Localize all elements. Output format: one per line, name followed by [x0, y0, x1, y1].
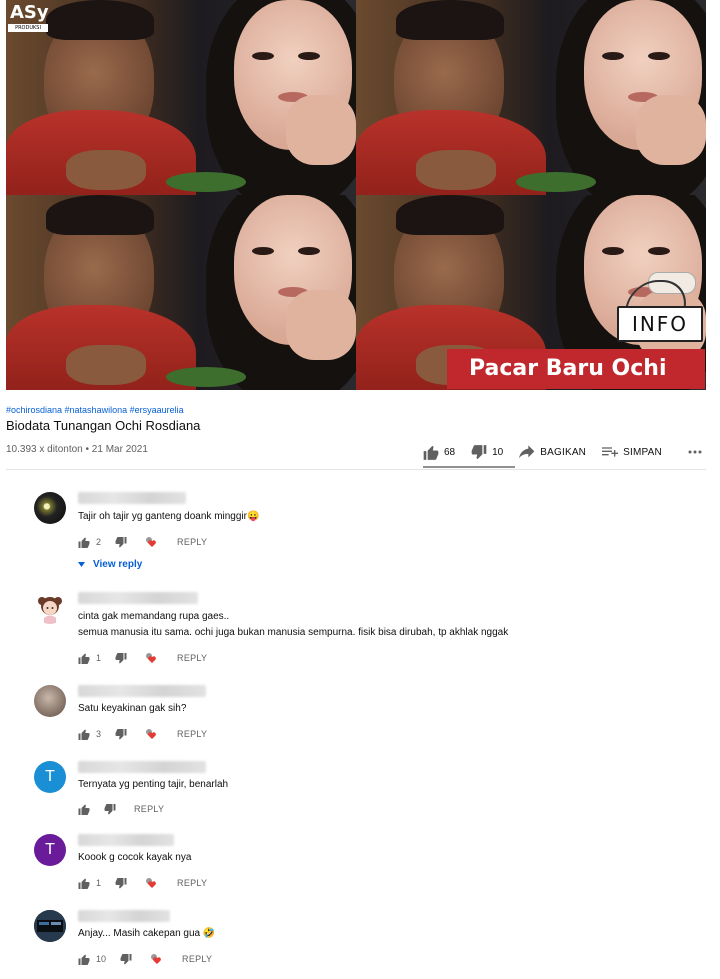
comment-like-count: 3: [96, 729, 102, 739]
comment-text: Koook g cocok kayak nya: [78, 852, 192, 863]
comment-like-count: 10: [96, 954, 107, 964]
view-count-date: 10.393 x ditonton • 21 Mar 2021: [6, 444, 148, 455]
screen-avatar: [34, 910, 66, 942]
avatar-letter: T: [45, 768, 55, 785]
avatar[interactable]: [34, 492, 66, 524]
avatar[interactable]: [34, 685, 66, 717]
creator-heart-icon: [150, 953, 164, 965]
video-actions: 68 10 BAGIKAN SIMPAN: [423, 440, 713, 464]
logo-text: ASy: [10, 2, 49, 23]
thumb-down-icon[interactable]: [104, 803, 116, 815]
like-count: 68: [444, 446, 456, 458]
comment-like-count: 1: [96, 653, 102, 663]
info-sign: INFO: [617, 306, 703, 342]
avatar[interactable]: T: [34, 834, 66, 866]
thumb-up-icon[interactable]: [78, 537, 90, 548]
thumb-down-icon[interactable]: [115, 877, 127, 889]
thumb-up-icon[interactable]: [78, 804, 90, 815]
comment-text: Anjay... Masih cakepan gua 🤣: [78, 928, 216, 939]
comment-text: Ternyata yg penting tajir, benarlah: [78, 779, 229, 790]
share-icon: [519, 445, 535, 459]
share-button[interactable]: BAGIKAN: [519, 445, 586, 459]
author-name-blurred[interactable]: [78, 910, 170, 922]
dislike-button[interactable]: 10: [471, 444, 504, 460]
more-horizontal-icon: [688, 450, 702, 454]
video-page: ASy PRODUKSI INFO Pacar Baru Ochi #ochir…: [0, 0, 720, 979]
video-frame-tile: [356, 0, 706, 195]
view-reply-label: View reply: [93, 559, 143, 570]
comment-like-count: 2: [96, 537, 102, 547]
more-actions-button[interactable]: [688, 450, 702, 454]
save-label: SIMPAN: [623, 446, 662, 458]
video-frame-tile: [6, 0, 356, 195]
comment-actions: 1 REPLY: [78, 875, 207, 891]
author-name-blurred[interactable]: [78, 592, 198, 604]
thumb-down-icon: [471, 444, 487, 460]
thumb-up-icon[interactable]: [78, 729, 90, 740]
cartoon-girl-avatar: [38, 597, 62, 624]
save-button[interactable]: SIMPAN: [602, 445, 662, 459]
video-frame-tile: [6, 195, 356, 390]
reply-button[interactable]: REPLY: [177, 878, 207, 888]
thumb-down-icon[interactable]: [115, 728, 127, 740]
video-player[interactable]: [6, 0, 706, 390]
comment-actions: 3 REPLY: [78, 726, 207, 742]
author-name-blurred[interactable]: [78, 492, 186, 504]
creator-heart-icon: [145, 728, 159, 740]
reply-button[interactable]: REPLY: [177, 653, 207, 663]
comment-text: Satu keyakinan gak sih?: [78, 703, 187, 714]
author-name-blurred[interactable]: [78, 761, 206, 773]
creator-heart-icon: [145, 536, 159, 548]
comment-text-line-1: cinta gak memandang rupa gaes..: [78, 611, 230, 622]
video-title: Biodata Tunangan Ochi Rosdiana: [6, 418, 201, 433]
reply-button[interactable]: REPLY: [177, 537, 207, 547]
avatar[interactable]: T: [34, 761, 66, 793]
reply-button[interactable]: REPLY: [177, 729, 207, 739]
avatar[interactable]: [34, 592, 66, 624]
avatar-letter: T: [45, 841, 55, 858]
comment-actions: 2 REPLY: [78, 534, 207, 550]
thumb-down-icon[interactable]: [115, 536, 127, 548]
comment-actions: 10 REPLY: [78, 951, 212, 967]
channel-logo: ASy PRODUKSI: [8, 2, 49, 34]
comment-text: Tajir oh tajir yg ganteng doank minggir😛: [78, 511, 260, 522]
thumb-down-icon[interactable]: [120, 953, 132, 965]
reply-button[interactable]: REPLY: [182, 954, 212, 964]
view-reply-button[interactable]: View reply: [78, 559, 142, 570]
playlist-add-icon: [602, 445, 619, 459]
avatar[interactable]: [34, 910, 66, 942]
author-name-blurred[interactable]: [78, 685, 206, 697]
hashtags[interactable]: #ochirosdiana #natashawilona #ersyaaurel…: [6, 405, 184, 415]
share-label: BAGIKAN: [540, 446, 587, 458]
like-button[interactable]: 68: [423, 445, 455, 460]
thumb-up-icon[interactable]: [78, 878, 90, 889]
comment-actions: REPLY: [78, 801, 164, 817]
comment-like-count: 1: [96, 878, 102, 888]
thumb-down-icon[interactable]: [115, 652, 127, 664]
comment-actions: 1 REPLY: [78, 650, 207, 666]
caret-down-icon: [78, 562, 85, 567]
creator-heart-icon: [145, 877, 159, 889]
video-banner: Pacar Baru Ochi: [447, 349, 705, 389]
divider: [6, 469, 706, 470]
dislike-count: 10: [492, 446, 504, 458]
thumb-up-icon[interactable]: [78, 653, 90, 664]
like-ratio-bar: [423, 466, 515, 468]
thumb-up-icon: [423, 445, 439, 460]
logo-subtext: PRODUKSI: [8, 24, 48, 32]
creator-heart-icon: [145, 652, 159, 664]
reply-button[interactable]: REPLY: [134, 804, 164, 814]
author-name-blurred[interactable]: [78, 834, 174, 846]
thumb-up-icon[interactable]: [78, 954, 90, 965]
comment-text-line-2: semua manusia itu sama. ochi juga bukan …: [78, 627, 509, 638]
